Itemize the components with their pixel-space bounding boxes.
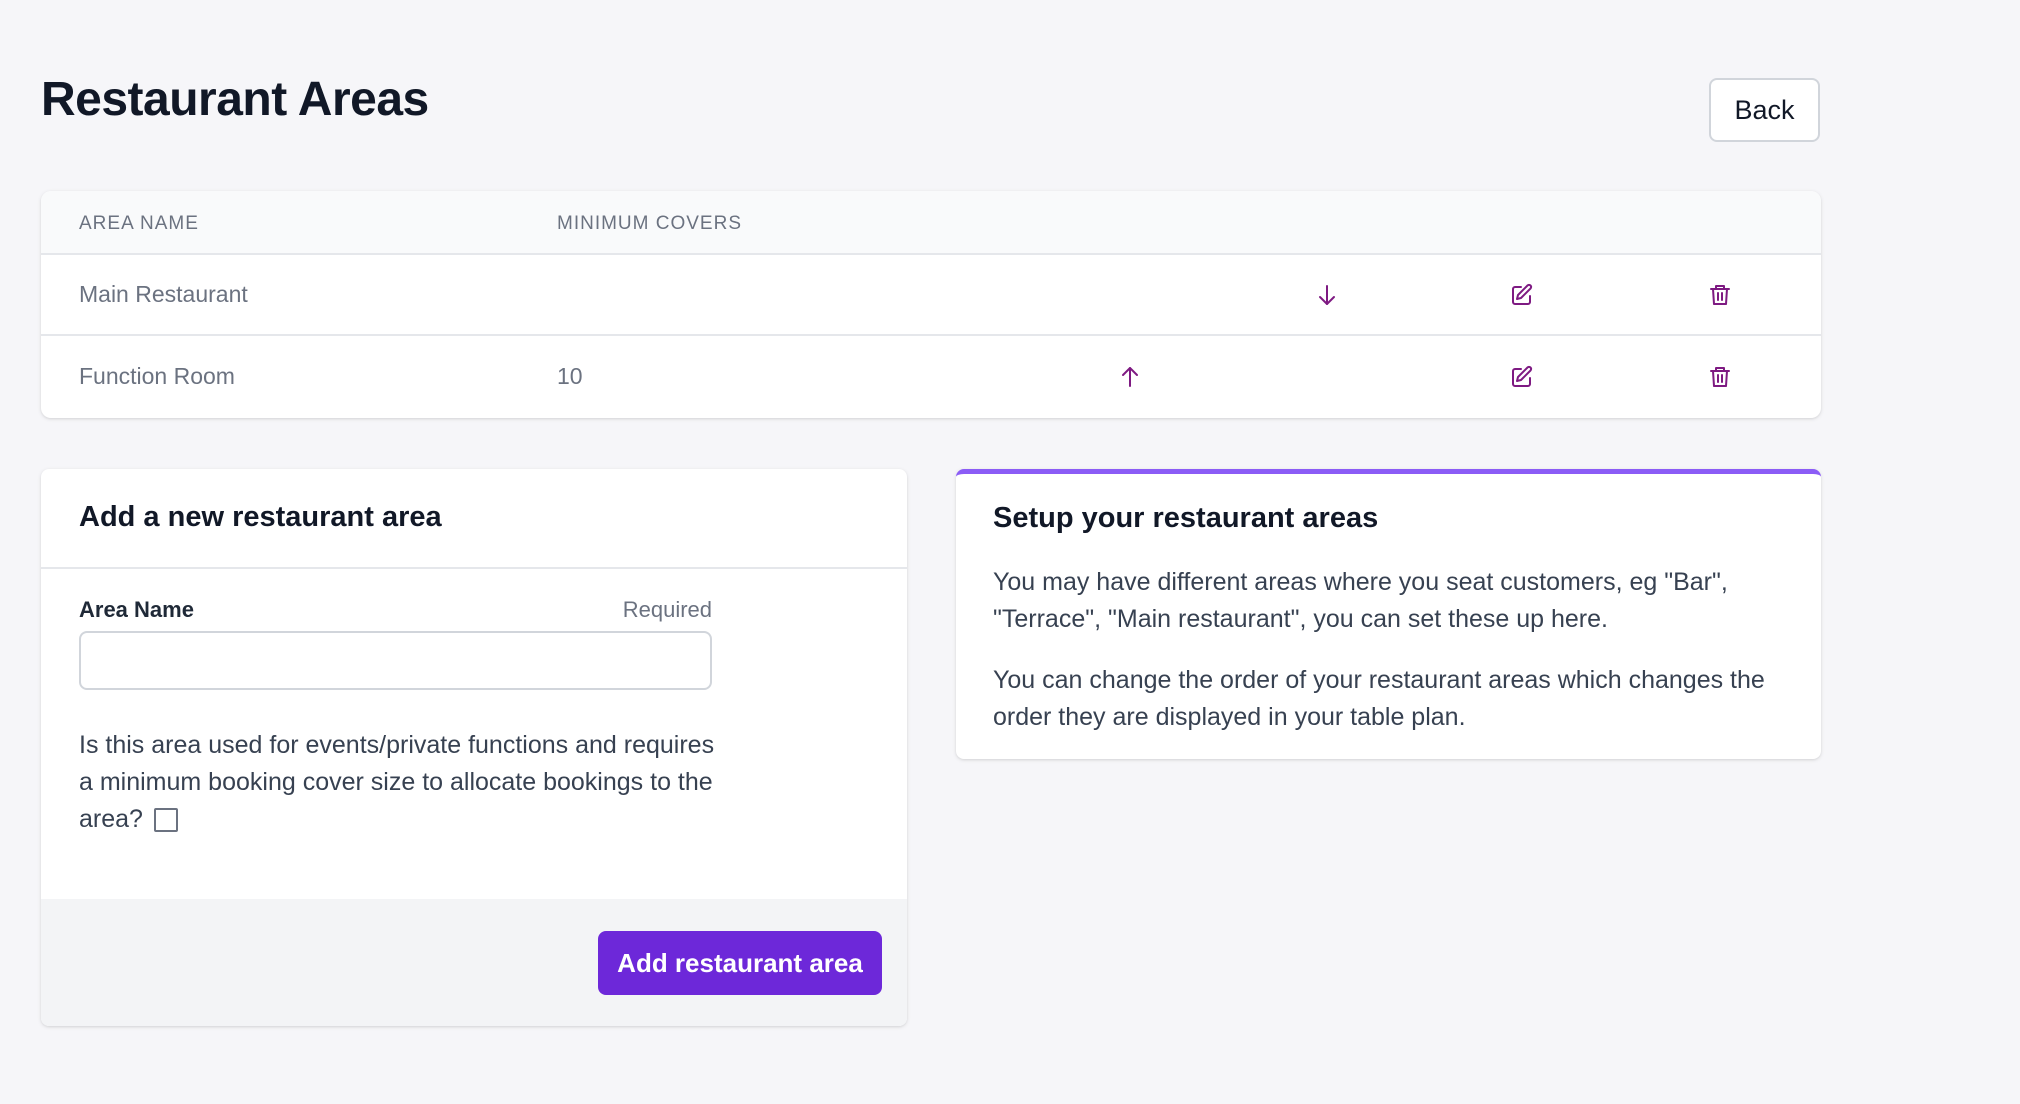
form-title: Add a new restaurant area [79, 501, 442, 533]
edit-icon[interactable] [1504, 359, 1540, 395]
column-header-minimum-covers: MINIMUM COVERS [557, 213, 742, 234]
event-area-checkbox[interactable] [153, 808, 178, 832]
areas-table: AREA NAME MINIMUM COVERS Main Restaurant… [41, 191, 1821, 418]
area-name-input[interactable] [79, 631, 712, 690]
info-paragraph: You can change the order of your restaur… [993, 666, 1765, 731]
arrow-up-icon[interactable] [1112, 359, 1148, 395]
add-restaurant-area-button[interactable]: Add restaurant area [598, 931, 882, 995]
form-header: Add a new restaurant area [41, 469, 907, 569]
area-name-cell: Main Restaurant [79, 281, 248, 307]
event-area-question: Is this area used for events/private fun… [79, 727, 719, 838]
trash-icon[interactable] [1702, 359, 1738, 395]
table-row: Function Room 10 [41, 337, 1821, 418]
page-title: Restaurant Areas [41, 73, 429, 126]
arrow-down-icon[interactable] [1309, 277, 1345, 313]
back-button[interactable]: Back [1709, 78, 1820, 142]
column-header-area-name: AREA NAME [79, 213, 199, 234]
info-title: Setup your restaurant areas [993, 502, 1379, 534]
add-area-form: Add a new restaurant area Area Name Requ… [41, 469, 907, 1026]
table-row: Main Restaurant [41, 255, 1821, 336]
form-footer: Add restaurant area [41, 899, 907, 1026]
area-name-label: Area Name [79, 597, 194, 622]
trash-icon[interactable] [1702, 277, 1738, 313]
table-header: AREA NAME MINIMUM COVERS [41, 191, 1821, 255]
page: Restaurant Areas Back AREA NAME MINIMUM … [0, 0, 2020, 1104]
min-covers-cell: 10 [557, 363, 583, 389]
setup-info-panel: Setup your restaurant areas You may have… [956, 469, 1821, 759]
edit-icon[interactable] [1504, 277, 1540, 313]
info-paragraph: You may have different areas where you s… [993, 568, 1728, 633]
area-name-cell: Function Room [79, 363, 235, 389]
required-hint: Required [622, 597, 712, 622]
